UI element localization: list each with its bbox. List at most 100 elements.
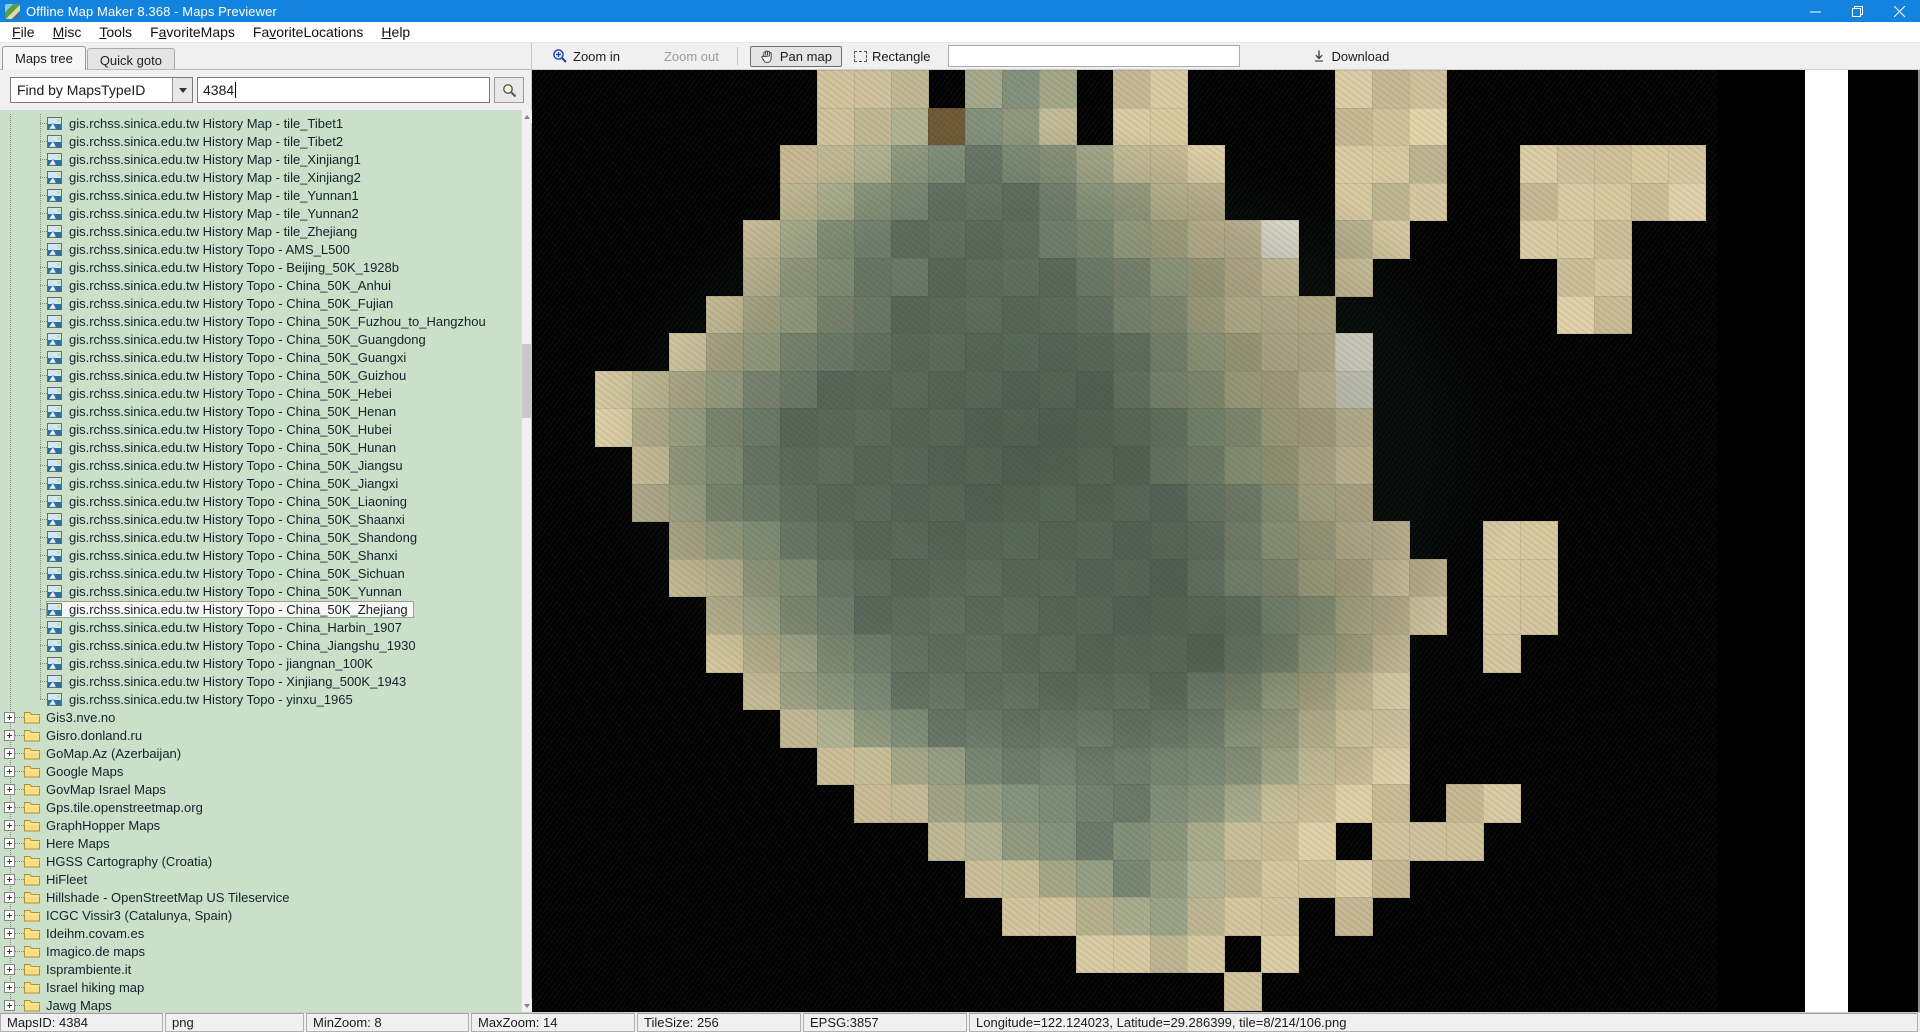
search-button[interactable] <box>494 77 524 103</box>
download-button[interactable]: Download <box>1306 47 1395 66</box>
tree-item-map-group[interactable]: Gisro.donland.ru <box>0 726 521 744</box>
menu-misc[interactable]: Misc <box>44 22 91 42</box>
tree-item-map-group[interactable]: ICGC Vissir3 (Catalunya, Spain) <box>0 906 521 924</box>
tree-item-map-group[interactable]: GovMap Israel Maps <box>0 780 521 798</box>
zoom-in-button[interactable]: Zoom in <box>546 46 626 66</box>
expand-plus-icon[interactable] <box>4 982 15 993</box>
tree-item-map-layer[interactable]: gis.rchss.sinica.edu.tw History Topo - C… <box>0 276 521 294</box>
tree-item-map-layer[interactable]: gis.rchss.sinica.edu.tw History Topo - C… <box>0 402 521 420</box>
expand-plus-icon[interactable] <box>4 784 15 795</box>
map-tile <box>1187 897 1225 936</box>
tree-item-map-layer[interactable]: gis.rchss.sinica.edu.tw History Map - ti… <box>0 204 521 222</box>
expand-plus-icon[interactable] <box>4 802 15 813</box>
tree-item-map-group[interactable]: HiFleet <box>0 870 521 888</box>
map-tile <box>1261 672 1299 711</box>
tree-item-map-group[interactable]: GraphHopper Maps <box>0 816 521 834</box>
tree-item-map-layer[interactable]: gis.rchss.sinica.edu.tw History Topo - C… <box>0 492 521 510</box>
expand-plus-icon[interactable] <box>4 964 15 975</box>
map-tile <box>1261 822 1299 861</box>
pan-map-button[interactable]: Pan map <box>750 46 842 67</box>
expand-plus-icon[interactable] <box>4 928 15 939</box>
expand-plus-icon[interactable] <box>4 820 15 831</box>
tree-item-map-group[interactable]: Israel hiking map <box>0 978 521 996</box>
menu-favoritelocations[interactable]: FavoriteLocations <box>244 22 373 42</box>
tree-item-map-group[interactable]: Here Maps <box>0 834 521 852</box>
tree-item-map-layer[interactable]: gis.rchss.sinica.edu.tw History Topo - C… <box>0 600 521 618</box>
tree-item-map-group[interactable]: Google Maps <box>0 762 521 780</box>
tree-item-map-layer[interactable]: gis.rchss.sinica.edu.tw History Map - ti… <box>0 150 521 168</box>
tree-item-map-group[interactable]: Gps.tile.openstreetmap.org <box>0 798 521 816</box>
tree-scrollbar[interactable] <box>521 110 531 1012</box>
tree-item-map-group[interactable]: Isprambiente.it <box>0 960 521 978</box>
tree-item-map-group[interactable]: Imagico.de maps <box>0 942 521 960</box>
tree-item-map-layer[interactable]: gis.rchss.sinica.edu.tw History Topo - A… <box>0 240 521 258</box>
minimize-button[interactable] <box>1794 0 1836 22</box>
tree-item-map-layer[interactable]: gis.rchss.sinica.edu.tw History Map - ti… <box>0 168 521 186</box>
menu-favoritemaps[interactable]: FavoriteMaps <box>141 22 244 42</box>
tree-item-map-group[interactable]: Jawg Maps <box>0 996 521 1012</box>
menu-file[interactable]: File <box>3 22 44 42</box>
tree-item-map-layer[interactable]: gis.rchss.sinica.edu.tw History Topo - C… <box>0 366 521 384</box>
tree-item-map-layer[interactable]: gis.rchss.sinica.edu.tw History Topo - j… <box>0 654 521 672</box>
tree-item-map-layer[interactable]: gis.rchss.sinica.edu.tw History Map - ti… <box>0 114 521 132</box>
tab-quick-goto[interactable]: Quick goto <box>87 48 175 69</box>
expand-plus-icon[interactable] <box>4 838 15 849</box>
tree-item-map-layer[interactable]: gis.rchss.sinica.edu.tw History Topo - C… <box>0 528 521 546</box>
tree-item-map-layer[interactable]: gis.rchss.sinica.edu.tw History Topo - C… <box>0 438 521 456</box>
map-tile <box>854 747 892 786</box>
tree-item-map-layer[interactable]: gis.rchss.sinica.edu.tw History Topo - C… <box>0 420 521 438</box>
menu-tools[interactable]: Tools <box>90 22 141 42</box>
menu-help[interactable]: Help <box>372 22 419 42</box>
restore-button[interactable] <box>1836 0 1878 22</box>
find-by-dropdown[interactable]: Find by MapsTypeID <box>10 77 193 103</box>
tree-item-map-layer[interactable]: gis.rchss.sinica.edu.tw History Map - ti… <box>0 132 521 150</box>
expand-plus-icon[interactable] <box>4 910 15 921</box>
tab-maps-tree[interactable]: Maps tree <box>2 46 86 70</box>
expand-plus-icon[interactable] <box>4 856 15 867</box>
tree-item-map-layer[interactable]: gis.rchss.sinica.edu.tw History Topo - C… <box>0 348 521 366</box>
expand-plus-icon[interactable] <box>4 946 15 957</box>
map-tile <box>780 634 818 673</box>
tree-item-map-layer[interactable]: gis.rchss.sinica.edu.tw History Topo - C… <box>0 546 521 564</box>
rectangle-button[interactable]: Rectangle <box>848 47 937 66</box>
scrollbar-thumb[interactable] <box>522 344 532 418</box>
tree-item-map-layer[interactable]: gis.rchss.sinica.edu.tw History Topo - C… <box>0 384 521 402</box>
tree-item-map-layer[interactable]: gis.rchss.sinica.edu.tw History Topo - y… <box>0 690 521 708</box>
tree-item-map-layer[interactable]: gis.rchss.sinica.edu.tw History Topo - C… <box>0 636 521 654</box>
expand-plus-icon[interactable] <box>4 892 15 903</box>
tree-item-map-layer[interactable]: gis.rchss.sinica.edu.tw History Topo - C… <box>0 312 521 330</box>
tree-item-map-group[interactable]: GoMap.Az (Azerbaijan) <box>0 744 521 762</box>
expand-plus-icon[interactable] <box>4 748 15 759</box>
tree-item-label: gis.rchss.sinica.edu.tw History Topo - C… <box>67 494 409 509</box>
tree-item-map-layer[interactable]: gis.rchss.sinica.edu.tw History Topo - X… <box>0 672 521 690</box>
expand-plus-icon[interactable] <box>4 730 15 741</box>
tree-item-map-group[interactable]: HGSS Cartography (Croatia) <box>0 852 521 870</box>
coordinate-input[interactable] <box>948 45 1240 67</box>
tree-item-map-layer[interactable]: gis.rchss.sinica.edu.tw History Topo - C… <box>0 618 521 636</box>
zoom-out-button[interactable]: Zoom out <box>658 47 725 66</box>
expand-plus-icon[interactable] <box>4 766 15 777</box>
tree-item-map-layer[interactable]: gis.rchss.sinica.edu.tw History Map - ti… <box>0 186 521 204</box>
tree-item-map-layer[interactable]: gis.rchss.sinica.edu.tw History Topo - C… <box>0 456 521 474</box>
tree-item-map-layer[interactable]: gis.rchss.sinica.edu.tw History Topo - C… <box>0 330 521 348</box>
scroll-down-icon[interactable] <box>522 999 532 1012</box>
tree-item-map-layer[interactable]: gis.rchss.sinica.edu.tw History Topo - C… <box>0 582 521 600</box>
tree-item-map-group[interactable]: Hillshade - OpenStreetMap US Tileservice <box>0 888 521 906</box>
scroll-up-icon[interactable] <box>522 110 532 123</box>
expand-plus-icon[interactable] <box>4 1000 15 1011</box>
tree-item-map-layer[interactable]: gis.rchss.sinica.edu.tw History Topo - C… <box>0 474 521 492</box>
tree-item-map-layer[interactable]: gis.rchss.sinica.edu.tw History Topo - C… <box>0 564 521 582</box>
chevron-down-icon[interactable] <box>172 78 192 102</box>
tree-item-map-layer[interactable]: gis.rchss.sinica.edu.tw History Map - ti… <box>0 222 521 240</box>
tree-item-map-group[interactable]: Gis3.nve.no <box>0 708 521 726</box>
search-input[interactable]: 4384 <box>197 77 490 103</box>
tree-item-map-layer[interactable]: gis.rchss.sinica.edu.tw History Topo - B… <box>0 258 521 276</box>
expand-plus-icon[interactable] <box>4 712 15 723</box>
tree-item-map-group[interactable]: Ideihm.covam.es <box>0 924 521 942</box>
close-button[interactable] <box>1878 0 1920 22</box>
tree-item-map-layer[interactable]: gis.rchss.sinica.edu.tw History Topo - C… <box>0 510 521 528</box>
expand-plus-icon[interactable] <box>4 874 15 885</box>
map-viewport[interactable] <box>532 70 1920 1012</box>
map-tile <box>1113 596 1151 635</box>
tree-item-map-layer[interactable]: gis.rchss.sinica.edu.tw History Topo - C… <box>0 294 521 312</box>
